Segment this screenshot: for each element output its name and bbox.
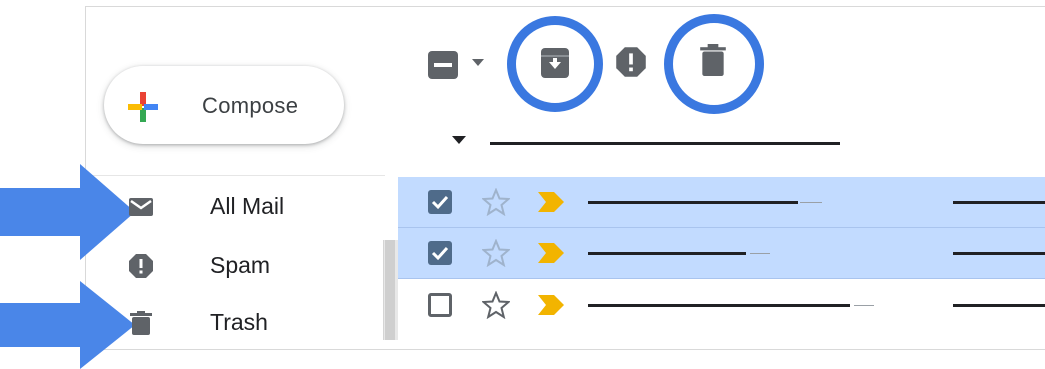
row-checkbox[interactable] (428, 190, 452, 214)
star-icon[interactable] (482, 188, 510, 216)
sidebar-item-label: Spam (210, 252, 271, 278)
checkmark-icon (431, 246, 449, 261)
plus-multicolor-icon (128, 92, 158, 122)
redacted-snippet (854, 305, 874, 306)
table-row[interactable] (398, 228, 1045, 279)
sidebar-item-label: Trash (210, 309, 268, 335)
caret-down-icon[interactable] (452, 136, 466, 144)
trash-icon[interactable] (699, 44, 727, 76)
compose-button[interactable]: Compose (104, 66, 344, 144)
redacted-sender (588, 304, 850, 307)
caret-down-icon[interactable] (472, 59, 484, 67)
importance-marker-icon[interactable] (538, 243, 564, 263)
redacted-snippet (800, 202, 822, 203)
sidebar-item-trash[interactable]: Trash (110, 298, 385, 348)
compose-label: Compose (202, 93, 299, 118)
sidebar-scrollbar-thumb[interactable] (385, 240, 395, 340)
archive-icon[interactable] (541, 48, 569, 78)
importance-marker-icon[interactable] (538, 295, 564, 315)
select-checkbox-icon[interactable] (428, 51, 458, 79)
checkmark-icon (431, 195, 449, 210)
spam-report-icon (129, 254, 153, 278)
sidebar-item-all-mail[interactable]: All Mail (110, 182, 385, 232)
redacted-header-text (490, 142, 840, 145)
row-checkbox[interactable] (428, 241, 452, 265)
redacted-snippet (750, 253, 770, 254)
table-row[interactable] (398, 177, 1045, 228)
report-spam-icon[interactable] (615, 46, 647, 78)
redacted-subject (953, 252, 1045, 255)
sidebar-item-label: All Mail (210, 193, 285, 219)
redacted-subject (953, 201, 1045, 204)
trash-icon (130, 311, 152, 335)
row-checkbox[interactable] (428, 293, 452, 317)
star-icon[interactable] (482, 239, 510, 267)
mail-envelope-icon (129, 198, 153, 216)
redacted-sender (588, 201, 798, 204)
star-icon[interactable] (482, 291, 510, 319)
importance-marker-icon[interactable] (538, 192, 564, 212)
redacted-sender (588, 252, 746, 255)
table-row[interactable] (398, 280, 1045, 330)
redacted-subject (953, 304, 1045, 307)
sidebar-item-spam[interactable]: Spam (110, 241, 385, 291)
